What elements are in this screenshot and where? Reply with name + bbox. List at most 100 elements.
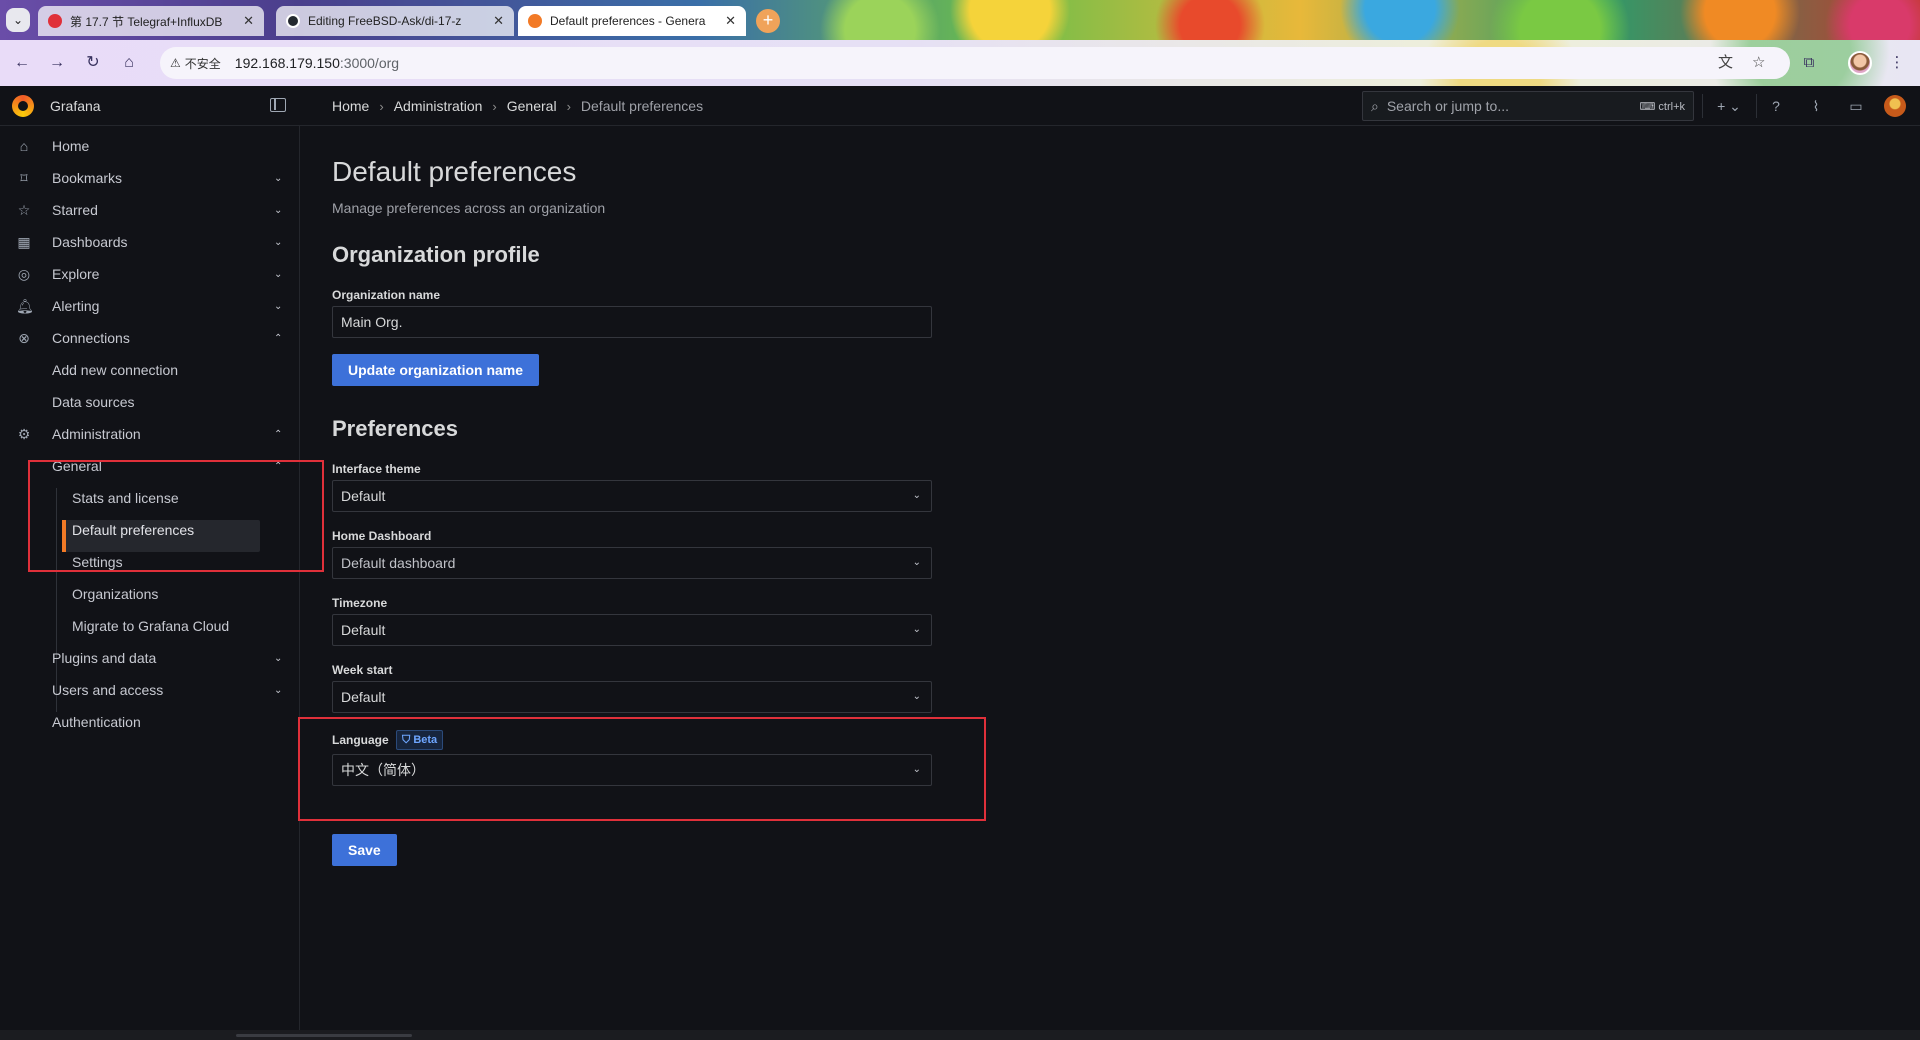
chevron-down-icon[interactable]: ⌄ — [274, 685, 282, 696]
browser-tab-strip: ⌄ 第 17.7 节 Telegraf+InfluxDB ✕ Editing F… — [0, 0, 1920, 40]
browser-tab-telegraf[interactable]: 第 17.7 节 Telegraf+InfluxDB ✕ — [38, 6, 264, 36]
sidebar-item-add-new-connection[interactable]: Add new connection — [0, 354, 300, 386]
grafana-logo-icon[interactable] — [12, 95, 34, 117]
translate-icon[interactable]: 文 — [1718, 47, 1733, 79]
app-brand: Grafana — [50, 98, 101, 114]
breadcrumb-current: Default preferences — [580, 98, 704, 114]
topbar-divider — [1702, 94, 1703, 118]
gear-icon: ⚙ — [17, 426, 31, 442]
sidebar-item-authentication[interactable]: Authentication — [0, 706, 300, 738]
chevron-down-icon[interactable]: ⌄ — [274, 237, 282, 248]
chevron-down-icon: ⌄ — [912, 490, 921, 501]
tab-title: Editing FreeBSD-Ask/di-17-z — [308, 14, 462, 28]
chevron-down-icon[interactable]: ⌄ — [274, 301, 282, 312]
timezone-label: Timezone — [332, 596, 388, 610]
tab-title: 第 17.7 节 Telegraf+InfluxDB — [70, 14, 223, 29]
sidebar-item-alerting[interactable]: 🔔︎ Alerting ⌄ — [0, 290, 300, 322]
dock-menu-icon[interactable] — [270, 98, 286, 112]
sidebar-item-bookmarks[interactable]: ⌑ Bookmarks ⌄ — [0, 162, 300, 194]
week-start-select[interactable]: Default ⌄ — [332, 681, 932, 713]
breadcrumb: Home › Administration › General › Defaul… — [332, 98, 703, 114]
plug-icon: ⊗ — [18, 330, 30, 346]
page-subtitle: Manage preferences across an organizatio… — [332, 200, 606, 216]
chevron-down-icon[interactable]: ⌄ — [274, 205, 282, 216]
horizontal-scrollbar[interactable] — [0, 1030, 1920, 1040]
bell-icon: 🔔︎ — [16, 298, 34, 314]
forward-arrow-icon[interactable]: → — [44, 50, 70, 76]
rss-news-icon[interactable]: ⌇ — [1806, 96, 1826, 116]
breadcrumb-separator-icon: › — [379, 98, 384, 114]
tab-search-chevron-icon[interactable]: ⌄ — [6, 8, 30, 32]
week-start-label: Week start — [332, 663, 393, 677]
chevron-down-icon: ⌄ — [912, 691, 921, 702]
sidebar-item-home[interactable]: ⌂ Home — [0, 130, 300, 162]
organization-profile-heading: Organization profile — [332, 242, 540, 267]
interface-theme-select[interactable]: Default ⌄ — [332, 480, 932, 512]
sidebar-item-connections[interactable]: ⊗ Connections ⌃ — [0, 322, 300, 354]
org-name-label: Organization name — [332, 288, 441, 302]
chevron-down-icon[interactable]: ⌄ — [274, 269, 282, 280]
not-secure-indicator[interactable]: ⚠ 不安全 — [170, 55, 221, 72]
sidebar-item-administration[interactable]: ⚙ Administration ⌃ — [0, 418, 300, 450]
browser-toolbar: ← → ↻ ⌂ ⚠ 不安全 192.168.179.150:3000/org 文… — [0, 40, 1920, 86]
tab-close-icon[interactable]: ✕ — [243, 13, 254, 29]
timezone-select[interactable]: Default ⌄ — [332, 614, 932, 646]
add-new-icon[interactable]: + ⌄ — [1712, 96, 1746, 116]
breadcrumb-general[interactable]: General — [507, 98, 557, 114]
bookmark-icon: ⌑ — [20, 170, 28, 186]
browser-profile-avatar[interactable] — [1848, 51, 1872, 75]
chevron-up-icon[interactable]: ⌃ — [274, 333, 282, 344]
topbar-divider — [1756, 94, 1757, 118]
grid-icon: ▦ — [17, 234, 31, 250]
home-page-icon[interactable]: ⌂ — [116, 50, 142, 76]
reload-icon[interactable]: ↻ — [80, 50, 106, 76]
org-name-input[interactable]: Main Org. — [332, 306, 932, 338]
breadcrumb-administration[interactable]: Administration — [394, 98, 483, 114]
kiosk-monitor-icon[interactable]: ▭ — [1846, 96, 1866, 116]
sidebar-item-users-and-access[interactable]: Users and access ⌄ — [0, 674, 300, 706]
home-dashboard-label: Home Dashboard — [332, 529, 432, 543]
warning-triangle-icon: ⚠ — [170, 56, 181, 70]
url-text: 192.168.179.150:3000/org — [234, 55, 400, 71]
chevron-up-icon[interactable]: ⌃ — [274, 429, 282, 440]
chevron-down-icon[interactable]: ⌄ — [274, 653, 282, 664]
bookmark-star-icon[interactable]: ☆ — [1752, 47, 1765, 79]
interface-theme-label: Interface theme — [332, 462, 421, 476]
home-dashboard-select[interactable]: Default dashboard ⌄ — [332, 547, 932, 579]
sidebar-nav: ⌂ Home ⌑ Bookmarks ⌄ ☆ Starred ⌄ ▦ Dashb… — [0, 126, 300, 1030]
compass-icon: ◎ — [17, 266, 31, 282]
save-button[interactable]: Save — [332, 834, 397, 866]
help-icon[interactable]: ? — [1766, 96, 1786, 116]
new-tab-button[interactable]: + — [756, 9, 780, 33]
sidebar-item-data-sources[interactable]: Data sources — [0, 386, 300, 418]
back-arrow-icon[interactable]: ← — [9, 50, 35, 76]
keyboard-shortcut-hint: ⌨ ctrl+k — [1639, 100, 1685, 113]
tab-close-icon[interactable]: ✕ — [493, 13, 504, 29]
sidebar-item-explore[interactable]: ◎ Explore ⌄ — [0, 258, 300, 290]
sidebar-item-dashboards[interactable]: ▦ Dashboards ⌄ — [0, 226, 300, 258]
tab-close-icon[interactable]: ✕ — [725, 13, 736, 29]
search-input[interactable]: ⌕ Search or jump to... ⌨ ctrl+k — [1362, 91, 1694, 121]
user-avatar[interactable] — [1884, 95, 1906, 117]
grafana-topbar: Grafana Home › Administration › General … — [0, 86, 1920, 126]
browser-tab-grafana-active[interactable]: Default preferences - Genera ✕ — [518, 6, 746, 36]
annotation-box-sidebar — [28, 460, 324, 572]
chevron-down-icon[interactable]: ⌄ — [274, 173, 282, 184]
search-icon: ⌕ — [1371, 97, 1379, 114]
breadcrumb-home[interactable]: Home — [332, 98, 369, 114]
tab-title: Default preferences - Genera — [550, 14, 706, 28]
home-icon: ⌂ — [19, 138, 29, 154]
chevron-down-icon: ⌄ — [912, 557, 921, 568]
browser-menu-icon[interactable]: ⋮ — [1884, 50, 1910, 76]
tab-favicon-icon — [48, 14, 62, 28]
browser-tab-github[interactable]: Editing FreeBSD-Ask/di-17-z ✕ — [276, 6, 514, 36]
extensions-icon[interactable]: ⧉ — [1796, 50, 1822, 76]
address-bar[interactable]: ⚠ 不安全 192.168.179.150:3000/org 文 ☆ — [160, 47, 1790, 79]
star-icon: ☆ — [17, 202, 31, 218]
breadcrumb-separator-icon: › — [566, 98, 571, 114]
sidebar-item-starred[interactable]: ☆ Starred ⌄ — [0, 194, 300, 226]
sidebar-item-organizations[interactable]: Organizations — [0, 578, 300, 610]
sidebar-item-plugins-and-data[interactable]: Plugins and data ⌄ — [0, 642, 300, 674]
update-org-name-button[interactable]: Update organization name — [332, 354, 540, 386]
sidebar-item-migrate-to-grafana-cloud[interactable]: Migrate to Grafana Cloud — [0, 610, 300, 642]
